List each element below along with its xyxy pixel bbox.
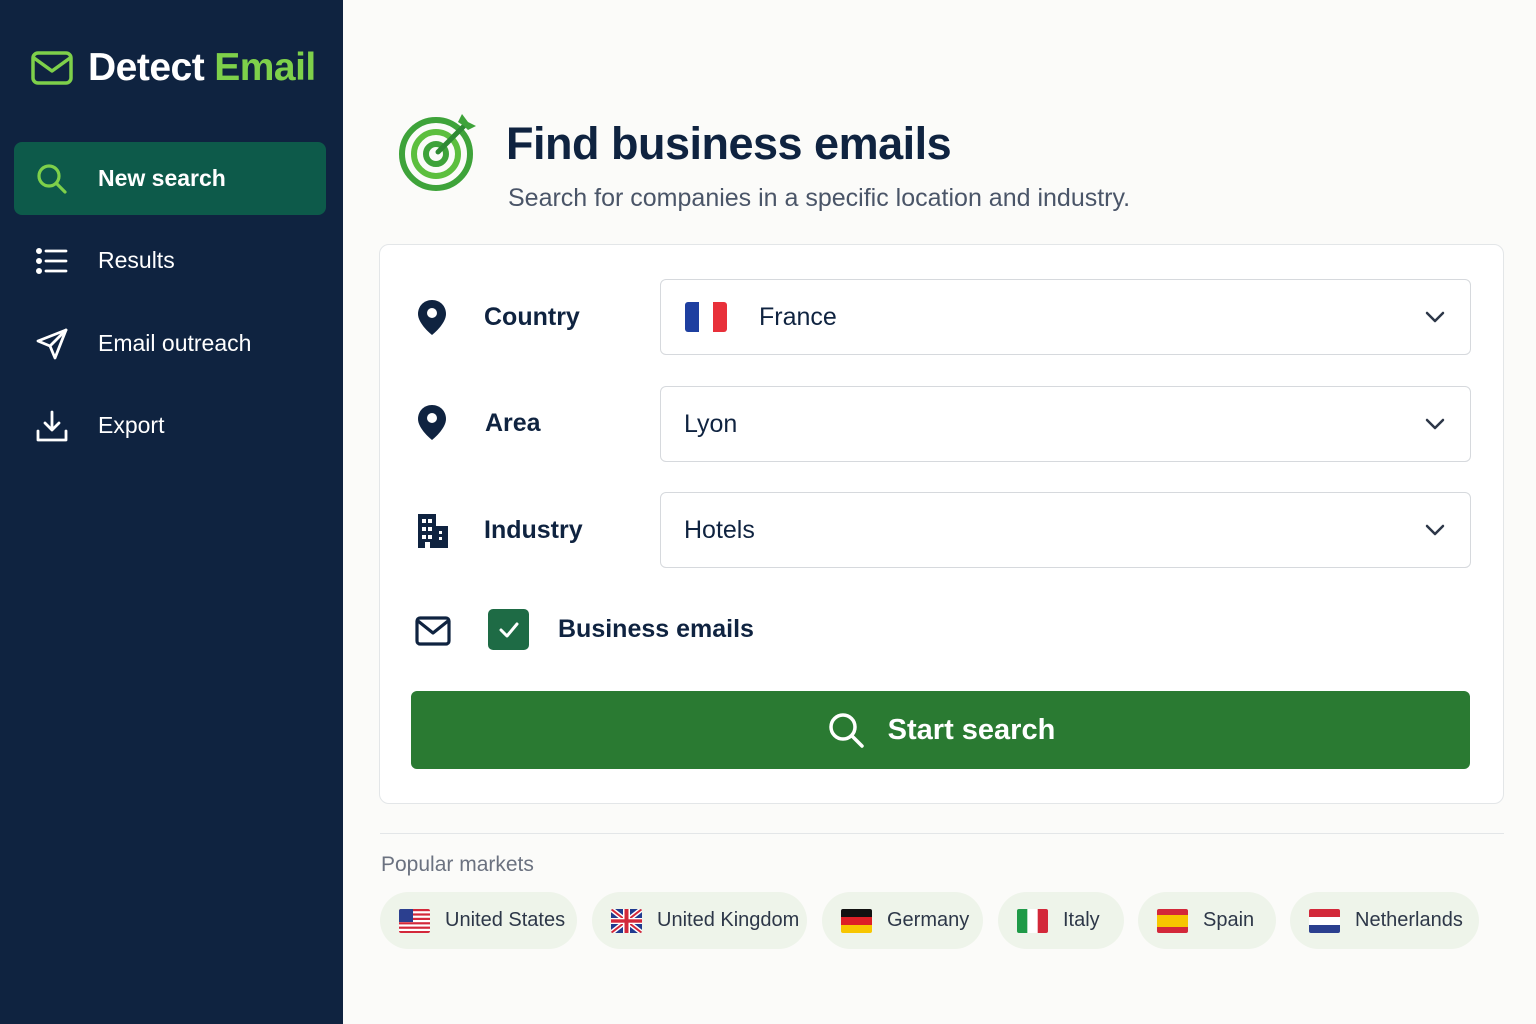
- country-value: France: [759, 302, 837, 331]
- nl-flag-icon: [1309, 908, 1340, 933]
- market-chip-netherlands[interactable]: Netherlands: [1290, 892, 1479, 949]
- market-chip-united-kingdom[interactable]: United Kingdom: [592, 892, 807, 949]
- sidebar-item-export[interactable]: Export: [14, 389, 326, 462]
- sidebar-item-email-outreach[interactable]: Email outreach: [14, 307, 326, 380]
- list-icon: [34, 243, 70, 279]
- brand-name: Detect: [88, 46, 205, 89]
- market-chip-germany[interactable]: Germany: [822, 892, 983, 949]
- market-chip-label: Netherlands: [1355, 909, 1463, 931]
- de-flag-icon: [841, 908, 872, 933]
- start-search-button[interactable]: Start search: [411, 691, 1470, 769]
- industry-value: Hotels: [684, 515, 755, 544]
- area-label: Area: [485, 409, 541, 437]
- market-chip-label: United States: [445, 909, 566, 931]
- location-pin-icon: [412, 402, 452, 442]
- france-flag-icon: [685, 302, 727, 332]
- industry-select[interactable]: Hotels: [660, 492, 1471, 568]
- market-chip-united-states[interactable]: United States: [380, 892, 577, 949]
- divider: [380, 833, 1504, 834]
- download-icon: [34, 408, 70, 444]
- sidebar-item-label: Results: [98, 247, 175, 273]
- market-chip-label: Germany: [887, 909, 970, 931]
- industry-label: Industry: [484, 516, 583, 544]
- country-label: Country: [484, 303, 580, 331]
- chevron-down-icon: [1425, 311, 1445, 323]
- es-flag-icon: [1157, 908, 1188, 933]
- area-select[interactable]: Lyon: [660, 386, 1471, 462]
- us-flag-icon: [399, 908, 430, 933]
- brand-logo[interactable]: Detect Email: [30, 46, 316, 90]
- target-icon: [399, 114, 476, 191]
- market-chip-italy[interactable]: Italy: [998, 892, 1124, 949]
- search-icon: [34, 161, 70, 197]
- market-chip-spain[interactable]: Spain: [1138, 892, 1276, 949]
- sidebar-item-label: Export: [98, 412, 165, 438]
- chevron-down-icon: [1425, 524, 1445, 536]
- envelope-icon: [413, 611, 453, 651]
- sidebar-item-label: New search: [98, 165, 226, 191]
- envelope-icon: [31, 51, 73, 85]
- start-search-label: Start search: [887, 713, 1056, 746]
- location-pin-icon: [412, 297, 452, 337]
- business-emails-checkbox[interactable]: [488, 609, 529, 650]
- sidebar-item-label: Email outreach: [98, 330, 252, 356]
- page-title: Find business emails: [506, 118, 952, 169]
- uk-flag-icon: [611, 908, 642, 933]
- checkmark-icon: [499, 622, 518, 637]
- sidebar-item-results[interactable]: Results: [14, 224, 326, 297]
- chevron-down-icon: [1425, 418, 1445, 430]
- it-flag-icon: [1017, 908, 1048, 933]
- market-chip-label: Spain: [1203, 909, 1255, 931]
- country-select[interactable]: France: [660, 279, 1471, 355]
- search-icon: [828, 713, 864, 748]
- market-chip-label: United Kingdom: [657, 909, 800, 931]
- send-icon: [34, 326, 70, 362]
- sidebar-item-new-search[interactable]: New search: [14, 142, 326, 215]
- popular-markets-label: Popular markets: [381, 853, 534, 876]
- brand-name-accent: Email: [214, 46, 316, 89]
- page-subtitle: Search for companies in a specific locat…: [508, 184, 1131, 212]
- sidebar: Detect Email New search Results Email out…: [0, 0, 343, 1024]
- market-chip-label: Italy: [1063, 909, 1100, 931]
- business-emails-label[interactable]: Business emails: [558, 615, 754, 644]
- area-value: Lyon: [684, 409, 738, 438]
- building-icon: [413, 511, 453, 551]
